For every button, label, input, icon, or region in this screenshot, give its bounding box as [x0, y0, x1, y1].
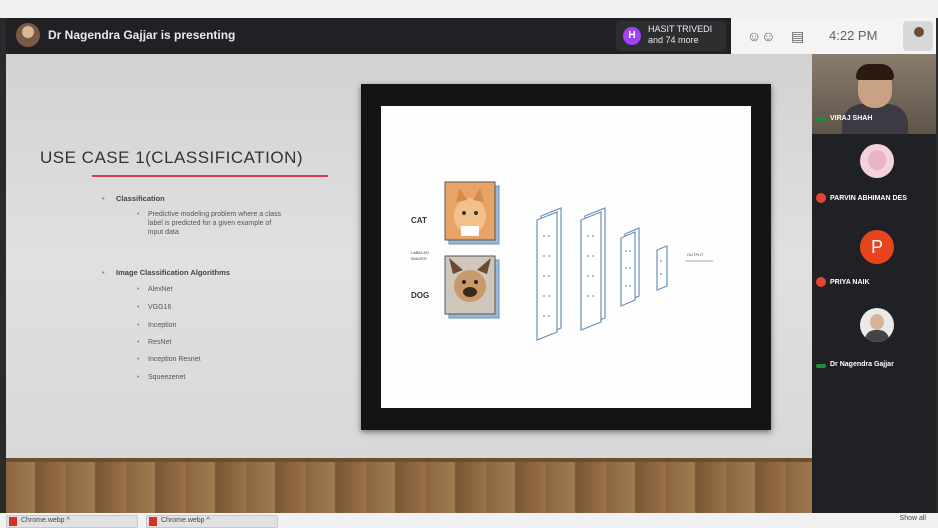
file-icon	[9, 517, 17, 526]
meeting-tools: ☺☺ ▤ 4:22 PM	[731, 18, 936, 54]
participant-name: HASIT TRIVEDI	[648, 24, 713, 34]
mic-off-icon	[816, 193, 826, 203]
bullet-classification: Classification	[102, 194, 165, 203]
participant-tile[interactable]: Dr Nagendra Gajjar	[812, 304, 936, 374]
mic-off-icon	[816, 277, 826, 287]
meeting-top-bar: Dr Nagendra Gajjar is presenting H HASIT…	[6, 18, 936, 54]
picture-frame: CAT DOG LABELED IMAGES OUTPUT	[361, 84, 771, 430]
participant-photo	[860, 308, 894, 342]
dog-image	[444, 255, 500, 319]
bullet-classification-desc-line2: label is predicted for a given example o…	[148, 220, 272, 227]
participants-chip[interactable]: H HASIT TRIVEDI and 74 more	[616, 21, 726, 51]
slide-title: USE CASE 1(CLASSIFICATION)	[40, 148, 304, 167]
participant-sidebar: VIRAJ SHAH PARVIN ABHIMAN DES P PRIYA NA…	[812, 54, 936, 513]
label-dog: DOG	[411, 291, 429, 300]
output-label: OUTPUT	[687, 252, 704, 257]
presenter-avatar	[16, 23, 40, 47]
download-item[interactable]: Chrome.webp ^	[146, 515, 278, 528]
conv-layer-2	[580, 207, 606, 331]
bullet-alg-3: Inception	[137, 322, 177, 329]
bullet-alg-4: ResNet	[137, 339, 172, 346]
bullet-alg-1: AlexNet	[137, 286, 172, 293]
label-cat: CAT	[411, 216, 427, 225]
participant-tile[interactable]: VIRAJ SHAH	[812, 54, 936, 134]
title-underline	[92, 175, 328, 177]
bullet-alg-2: VGG16	[137, 304, 172, 311]
participant-photo	[860, 144, 894, 178]
conv-layer-1	[536, 207, 562, 341]
participant-name: PARVIN ABHIMAN DES	[830, 195, 907, 202]
participant-letter-avatar: P	[860, 230, 894, 264]
participant-name: VIRAJ SHAH	[830, 115, 873, 122]
downloads-bar: Chrome.webp ^ Chrome.webp ^ Show all	[0, 513, 938, 528]
bullet-classification-desc-line3: input data	[148, 229, 179, 236]
bullet-algorithms: Image Classification Algorithms	[102, 268, 230, 277]
download-item[interactable]: Chrome.webp ^	[6, 515, 138, 528]
conv-layer-3	[620, 227, 640, 307]
cat-image	[444, 181, 500, 245]
participant-video	[812, 54, 936, 134]
show-all-downloads[interactable]: Show all	[900, 515, 926, 522]
cnn-diagram: CAT DOG LABELED IMAGES OUTPUT	[381, 106, 751, 408]
participant-name: PRIYA NAIK	[830, 279, 870, 286]
bullet-classification-desc: Predictive modeling problem where a clas…	[137, 211, 281, 218]
participant-tile[interactable]: P PRIYA NAIK	[812, 224, 936, 294]
input-label-2: IMAGES	[411, 256, 427, 261]
bullet-alg-5: Inception Resnet	[137, 356, 200, 363]
presenting-status: Dr Nagendra Gajjar is presenting	[48, 28, 236, 42]
wooden-floor	[6, 458, 812, 513]
participant-avatar: H	[623, 27, 641, 45]
cnn-diagram-svg: CAT DOG LABELED IMAGES OUTPUT	[411, 181, 713, 341]
file-icon	[149, 517, 157, 526]
people-icon[interactable]: ☺☺	[747, 28, 776, 44]
download-label: Chrome.webp ^	[21, 517, 70, 524]
presentation-stage: USE CASE 1(CLASSIFICATION) Classificatio…	[6, 54, 812, 513]
chat-icon[interactable]: ▤	[791, 28, 804, 44]
participant-name: Dr Nagendra Gajjar	[830, 361, 894, 368]
download-label: Chrome.webp ^	[161, 517, 210, 524]
mic-active-icon	[816, 117, 826, 121]
participant-tile[interactable]: PARVIN ABHIMAN DES	[812, 138, 936, 208]
meeting-clock: 4:22 PM	[829, 28, 878, 43]
self-view-thumbnail[interactable]	[903, 21, 933, 51]
participant-more-count: and 74 more	[648, 35, 699, 45]
bullet-alg-6: Squeezenet	[137, 374, 185, 381]
input-label-1: LABELED	[411, 250, 429, 255]
dense-layer	[656, 245, 668, 291]
browser-top-strip	[0, 0, 938, 18]
mic-active-icon	[816, 364, 826, 368]
